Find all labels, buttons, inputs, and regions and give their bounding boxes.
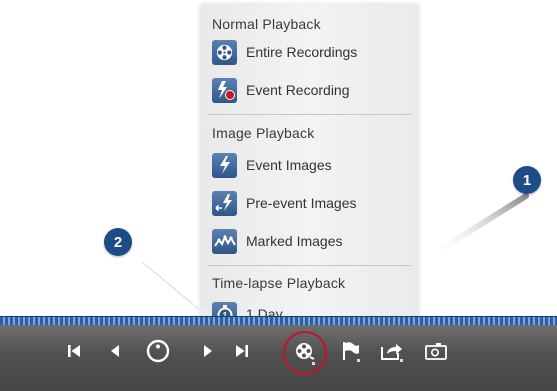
callout-line-1 [427,193,529,259]
flag-icon [343,342,360,362]
flag-button[interactable] [337,337,365,365]
step-forward-button[interactable] [196,337,220,365]
skip-to-start-button[interactable] [62,337,86,365]
step-forward-icon [204,345,212,357]
live-button[interactable] [143,337,173,365]
skip-to-end-button[interactable] [230,337,254,365]
playback-mode-button[interactable] [280,329,330,377]
export-button[interactable] [377,337,409,365]
step-back-button[interactable] [103,337,127,365]
snapshot-camera-icon [425,343,447,360]
skip-to-end-icon [236,345,248,357]
snapshot-button[interactable] [421,337,451,365]
step-back-icon [111,345,119,357]
callout-badge-2: 2 [104,228,132,256]
callout-badge-1: 1 [513,166,541,194]
playback-mode-icon [283,331,327,375]
skip-to-start-icon [68,345,80,357]
export-icon [381,344,403,362]
live-circle-icon [146,339,170,363]
